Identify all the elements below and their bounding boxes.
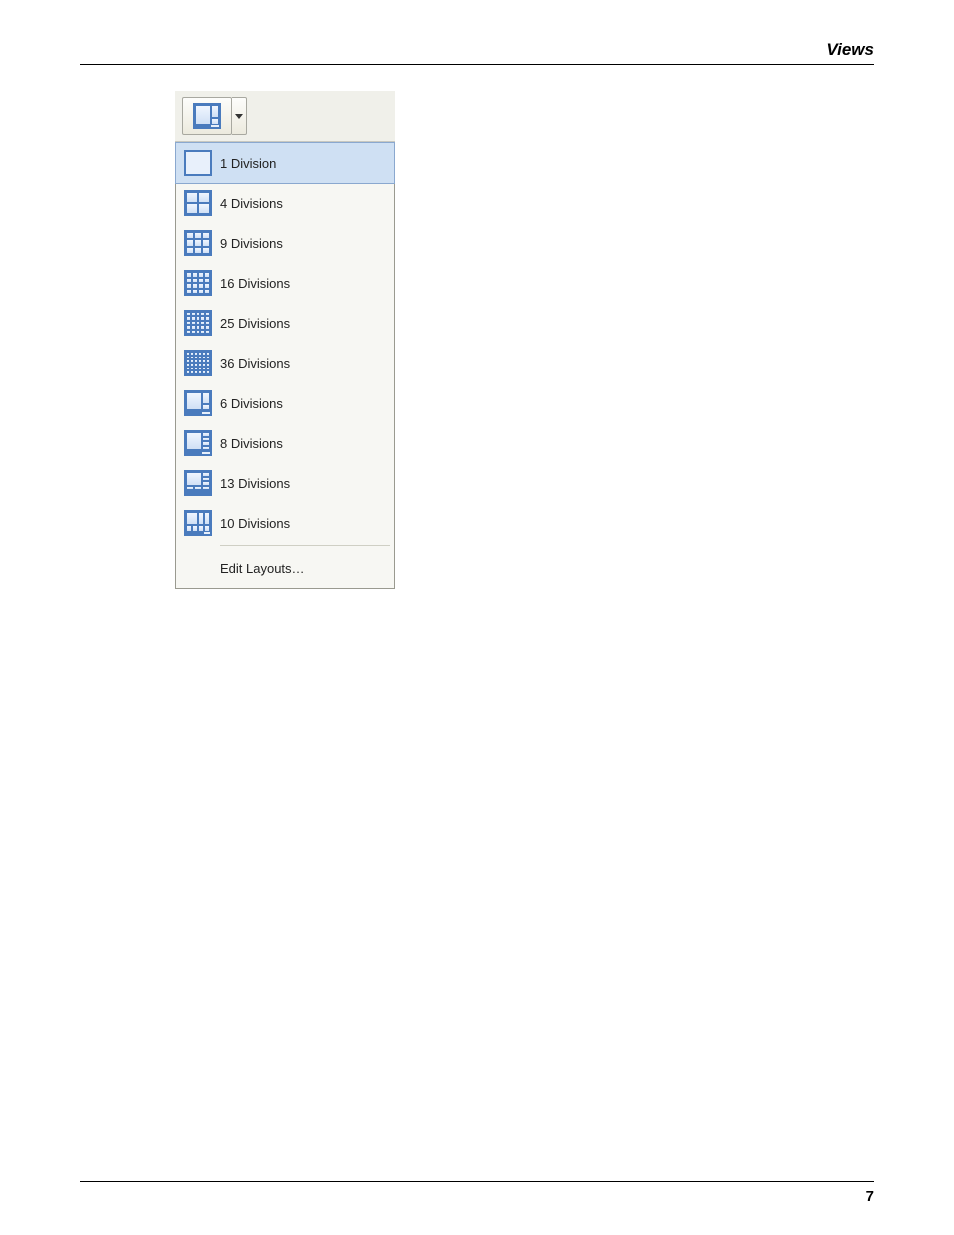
division-9-icon [184,230,212,256]
menu-item-label: 25 Divisions [220,316,290,331]
division-8-icon [184,430,212,456]
menu-item-8-divisions[interactable]: 8 Divisions [176,423,394,463]
menu-item-label: 8 Divisions [220,436,283,451]
menu-item-10-divisions[interactable]: 10 Divisions [176,503,394,543]
menu-item-16-divisions[interactable]: 16 Divisions [176,263,394,303]
division-6-icon [184,390,212,416]
menu-item-label: 16 Divisions [220,276,290,291]
division-10-icon [184,510,212,536]
document-page: Views 1 Division 4 Divisions [0,0,954,1235]
division-13-icon [184,470,212,496]
chevron-down-icon [235,114,243,119]
division-36-icon [184,350,212,376]
menu-item-label: 6 Divisions [220,396,283,411]
menu-item-label: 36 Divisions [220,356,290,371]
page-header: Views [80,40,874,65]
menu-item-9-divisions[interactable]: 9 Divisions [176,223,394,263]
page-footer: 7 [80,1181,874,1205]
menu-item-label: 4 Divisions [220,196,283,211]
menu-item-label: 1 Division [220,156,276,171]
layout-dropdown-toggle[interactable] [232,97,247,135]
menu-item-label: 9 Divisions [220,236,283,251]
layout-dropdown-panel: 1 Division 4 Divisions 9 Divisions [175,91,395,589]
menu-item-label: Edit Layouts… [220,561,305,576]
layout-menu: 1 Division 4 Divisions 9 Divisions [175,142,395,589]
page-number: 7 [80,1188,874,1205]
menu-item-6-divisions[interactable]: 6 Divisions [176,383,394,423]
menu-item-edit-layouts[interactable]: Edit Layouts… [176,548,394,588]
division-25-icon [184,310,212,336]
menu-item-label: 10 Divisions [220,516,290,531]
menu-separator [220,545,390,546]
menu-item-label: 13 Divisions [220,476,290,491]
menu-item-13-divisions[interactable]: 13 Divisions [176,463,394,503]
division-1-icon [184,150,212,176]
header-title: Views [80,40,874,60]
division-16-icon [184,270,212,296]
menu-item-25-divisions[interactable]: 25 Divisions [176,303,394,343]
layout-button[interactable] [182,97,232,135]
toolbar [175,91,395,142]
menu-item-1-division[interactable]: 1 Division [175,142,395,184]
division-4-icon [184,190,212,216]
layout-icon [193,103,221,129]
menu-item-36-divisions[interactable]: 36 Divisions [176,343,394,383]
menu-item-4-divisions[interactable]: 4 Divisions [176,183,394,223]
